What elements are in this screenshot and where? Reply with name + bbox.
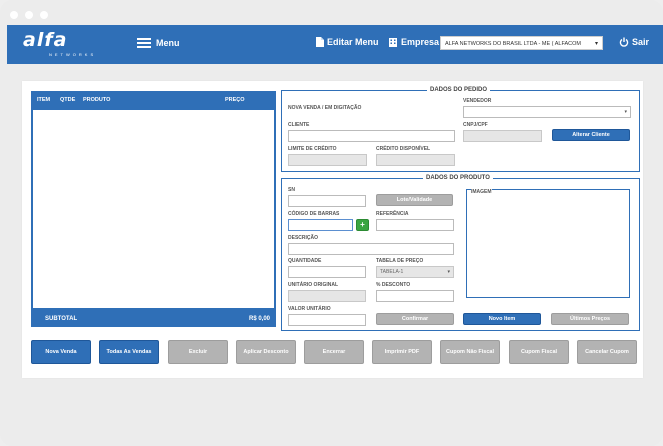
credit-available-field (376, 154, 455, 166)
company-label: Empresa (401, 37, 440, 47)
last-prices-button[interactable]: Últimos Preços (551, 313, 629, 325)
logo-subtext: NETWORKS (49, 52, 97, 57)
product-panel: DADOS DO PRODUTO SN Lote/Validade IMAGEM… (281, 175, 640, 331)
cart-header: ITEM QTDE PRODUTO PREÇO (31, 91, 276, 109)
credit-limit-label: LIMITE DE CRÉDITO (288, 146, 337, 152)
column-item: ITEM (37, 97, 51, 103)
discount-label: % DESCONTO (376, 282, 411, 288)
company-select[interactable]: ALFA NETWORKS DO BRASIL LTDA - ME ( ALFA… (440, 36, 603, 50)
company-select-value: ALFA NETWORKS DO BRASIL LTDA - ME ( ALFA… (445, 41, 582, 47)
description-label: DESCRIÇÃO (288, 235, 319, 241)
cancel-coupon-button[interactable]: Cancelar Cupom (577, 340, 637, 364)
document-icon (316, 37, 324, 47)
action-bar: Nova Venda Todas As Vendas Excluir Aplic… (31, 340, 637, 365)
order-panel: DADOS DO PEDIDO NOVA VENDA / EM DIGITAÇÃ… (281, 87, 640, 172)
column-product: PRODUTO (83, 97, 111, 103)
apply-discount-button[interactable]: Aplicar Desconto (236, 340, 296, 364)
exit-label: Sair (632, 37, 650, 47)
chevron-down-icon: ▾ (594, 41, 598, 47)
subtotal-value: R$ 0,00 (248, 316, 270, 322)
client-input[interactable] (288, 130, 455, 142)
exit-button[interactable]: Sair (619, 37, 649, 47)
window-dot-icon (10, 11, 18, 19)
cart-items-list[interactable] (33, 110, 274, 308)
seller-select[interactable]: ▾ (463, 106, 631, 118)
barcode-input[interactable] (288, 219, 353, 231)
alfa-logo[interactable]: alfa NETWORKS (23, 29, 113, 57)
building-icon (389, 38, 397, 47)
print-pdf-button[interactable]: Imprimir PDF (372, 340, 432, 364)
order-status: NOVA VENDA / EM DIGITAÇÃO (288, 105, 362, 111)
discount-input[interactable] (376, 290, 454, 302)
column-qty: QTDE (60, 97, 76, 103)
browser-frame: alfa NETWORKS Menu Editar Menu Empresa A… (0, 0, 663, 446)
all-sales-button[interactable]: Todas As Vendas (99, 340, 159, 364)
price-table-label: TABELA DE PREÇO (376, 258, 424, 264)
quantity-input[interactable] (288, 266, 366, 278)
price-table-value: TABELA-1 (380, 269, 404, 275)
sn-input[interactable] (288, 195, 366, 207)
window-dot-icon (40, 11, 48, 19)
credit-limit-field (288, 154, 367, 166)
logo-text: alfa (23, 29, 68, 51)
new-item-button[interactable]: Novo Item (463, 313, 541, 325)
sales-form: ITEM QTDE PRODUTO PREÇO SUBTOTAL R$ 0,00… (22, 81, 643, 378)
subtotal-label: SUBTOTAL (45, 316, 78, 322)
chevron-down-icon: ▾ (447, 269, 450, 275)
hamburger-icon (137, 38, 151, 48)
window-dot-icon (25, 11, 33, 19)
change-client-button[interactable]: Alterar Cliente (552, 129, 630, 141)
product-image-box: IMAGEM (466, 189, 630, 298)
menu-button[interactable]: Menu (137, 38, 180, 48)
original-unit-label: UNITÁRIO ORIGINAL (288, 282, 338, 288)
unit-value-label: VALOR UNITÁRIO (288, 306, 331, 312)
credit-available-label: CRÉDITO DISPONÍVEL (376, 146, 431, 152)
cart-panel: ITEM QTDE PRODUTO PREÇO SUBTOTAL R$ 0,00 (31, 91, 276, 327)
top-navbar: alfa NETWORKS Menu Editar Menu Empresa A… (7, 25, 663, 64)
fiscal-coupon-button[interactable]: Cupom Fiscal (509, 340, 569, 364)
batch-validity-button[interactable]: Lote/Validade (376, 194, 453, 206)
power-icon (619, 37, 629, 47)
add-barcode-button[interactable]: + (356, 219, 369, 231)
window-controls (10, 11, 48, 19)
cnpj-field (463, 130, 542, 142)
product-panel-title: DADOS DO PRODUTO (423, 175, 493, 181)
edit-menu-label: Editar Menu (327, 37, 379, 47)
cart-footer: SUBTOTAL R$ 0,00 (31, 313, 276, 327)
company-label-group: Empresa (388, 37, 439, 47)
price-table-select[interactable]: TABELA-1 ▾ (376, 266, 454, 278)
reference-input[interactable] (376, 219, 454, 231)
description-input[interactable] (288, 243, 454, 255)
quantity-label: QUANTIDADE (288, 258, 322, 264)
delete-button[interactable]: Excluir (168, 340, 228, 364)
seller-label: VENDEDOR (463, 98, 492, 104)
sn-label: SN (288, 187, 295, 193)
client-label: CLIENTE (288, 122, 310, 128)
confirm-button[interactable]: Confirmar (376, 313, 454, 325)
edit-menu-button[interactable]: Editar Menu (316, 37, 379, 47)
menu-label: Menu (156, 38, 180, 48)
barcode-label: CÓDIGO DE BARRAS (288, 211, 340, 217)
image-label: IMAGEM (471, 189, 492, 195)
original-unit-field (288, 290, 366, 302)
chevron-down-icon: ▾ (624, 109, 627, 115)
non-fiscal-coupon-button[interactable]: Cupom Não Fiscal (440, 340, 500, 364)
column-price: PREÇO (225, 97, 245, 103)
unit-value-input[interactable] (288, 314, 366, 326)
close-sale-button[interactable]: Encerrar (304, 340, 364, 364)
cnpj-label: CNPJ/CPF (463, 122, 488, 128)
order-panel-title: DADOS DO PEDIDO (427, 87, 491, 93)
new-sale-button[interactable]: Nova Venda (31, 340, 91, 364)
reference-label: REFERÊNCIA (376, 211, 409, 217)
